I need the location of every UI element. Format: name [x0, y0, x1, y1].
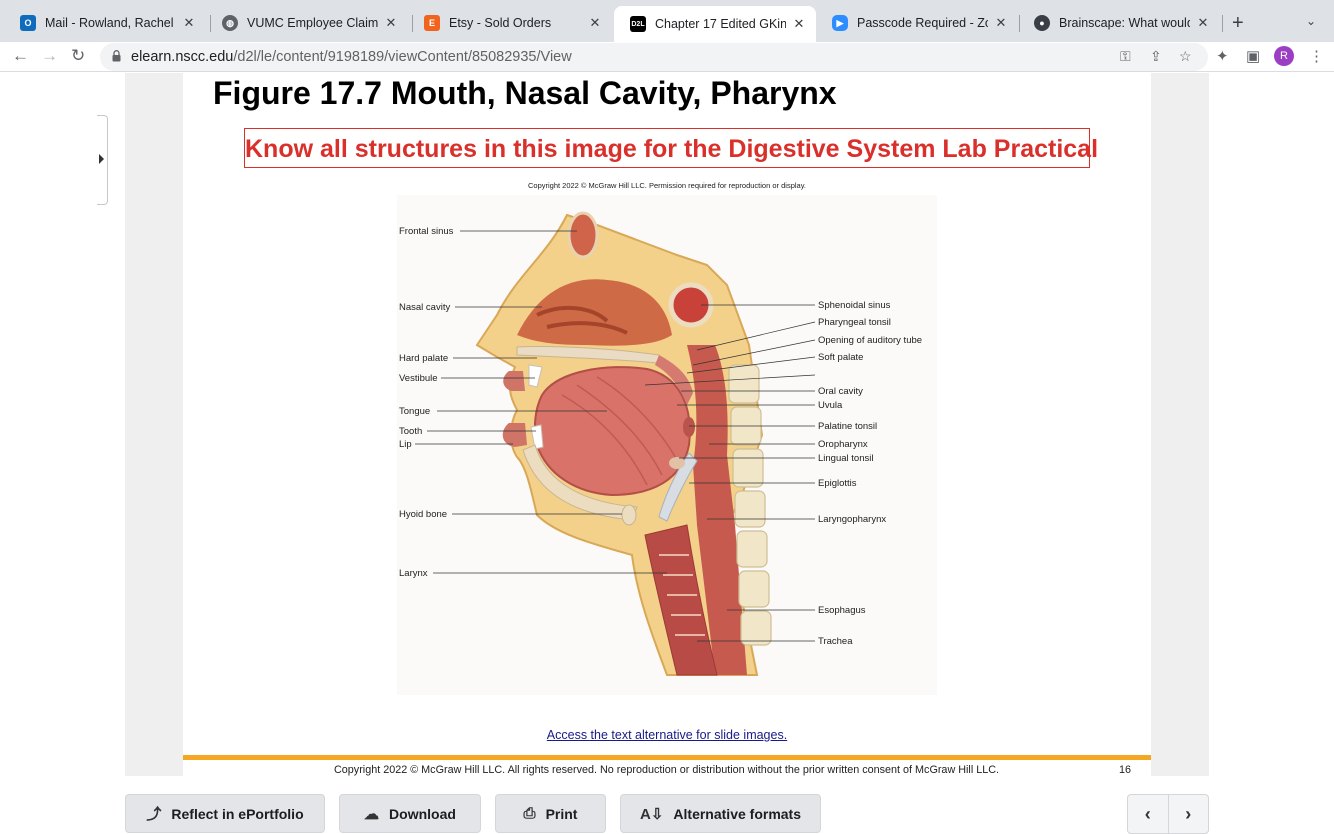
url-text[interactable]: elearn.nscc.edu/d2l/le/content/9198189/v… — [131, 49, 572, 65]
label-tooth: Tooth — [399, 426, 422, 437]
alternative-formats-button[interactable]: A⇩ Alternative formats — [620, 794, 821, 833]
outlook-icon: O — [20, 15, 36, 31]
anatomy-figure: Frontal sinus Nasal cavity Hard palate V… — [397, 195, 937, 695]
browser-tab[interactable]: ▶ Passcode Required - Zoom ✕ — [816, 8, 1018, 38]
chevron-right-icon: › — [1185, 803, 1192, 824]
label-lip: Lip — [399, 439, 412, 450]
extensions-puzzle-icon[interactable]: ✦ — [1216, 47, 1229, 65]
tab-title: Etsy - Sold Orders — [449, 16, 552, 30]
label-lingual-tonsil: Lingual tonsil — [818, 453, 873, 464]
address-bar[interactable]: elearn.nscc.edu/d2l/le/content/9198189/v… — [100, 43, 1208, 71]
reflect-label: Reflect in ePortfolio — [171, 805, 304, 822]
label-epiglottis: Epiglottis — [818, 478, 857, 489]
label-esophagus: Esophagus — [818, 605, 866, 616]
print-label: Print — [545, 805, 578, 822]
content-viewer: Figure 17.7 Mouth, Nasal Cavity, Pharynx… — [0, 73, 1334, 776]
label-nasal-cavity: Nasal cavity — [399, 302, 450, 313]
label-uvula: Uvula — [818, 400, 843, 411]
browser-tab-strip: O Mail - Rowland, Rachel - Ou ✕ ◍ VUMC E… — [0, 0, 1334, 42]
download-button[interactable]: ☁ Download — [339, 794, 481, 833]
alt-formats-label: Alternative formats — [673, 805, 801, 822]
slide-title: Figure 17.7 Mouth, Nasal Cavity, Pharynx — [213, 75, 837, 111]
printer-icon: ⎙ — [523, 805, 536, 822]
tab-separator — [1222, 15, 1223, 32]
browser-tab-active[interactable]: D2L Chapter 17 Edited GKing - D ✕ — [614, 6, 816, 42]
reflect-eportfolio-button[interactable]: ⤴ Reflect in ePortfolio — [125, 794, 325, 833]
label-oropharynx: Oropharynx — [818, 439, 868, 450]
browser-toolbar: ← → ↻ elearn.nscc.edu/d2l/le/content/919… — [0, 42, 1334, 72]
forward-arrow-icon[interactable]: → — [41, 46, 58, 66]
label-soft-palate: Soft palate — [818, 352, 863, 363]
reload-icon[interactable]: ↻ — [71, 46, 85, 66]
tab-title: Passcode Required - Zoom — [857, 16, 988, 30]
expand-arrow-icon — [99, 154, 104, 164]
slide-accent-bar — [183, 755, 1151, 760]
tab-title: Mail - Rowland, Rachel - Ou — [45, 16, 176, 30]
alt-link-text[interactable]: Access the text alternative for slide im… — [547, 728, 787, 742]
close-icon[interactable]: ✕ — [384, 15, 398, 31]
new-tab-icon[interactable]: + — [1232, 12, 1244, 35]
share-icon[interactable]: ⇪ — [1150, 48, 1162, 65]
pager: ‹ › — [1127, 794, 1209, 834]
alternative-formats-icon: A⇩ — [640, 805, 664, 823]
label-vestibule: Vestibule — [399, 373, 438, 384]
banner-notice: Know all structures in this image for th… — [244, 128, 1099, 168]
browser-tab[interactable]: O Mail - Rowland, Rachel - Ou ✕ — [4, 8, 206, 38]
label-hyoid-bone: Hyoid bone — [399, 509, 447, 520]
slide: Figure 17.7 Mouth, Nasal Cavity, Pharynx… — [183, 73, 1151, 776]
close-icon[interactable]: ✕ — [1196, 15, 1210, 31]
bookmark-star-icon[interactable]: ☆ — [1179, 48, 1192, 65]
banner-text: Know all structures in this image for th… — [245, 135, 1099, 163]
globe-icon: ◍ — [222, 15, 238, 31]
action-bar: ⤴ Reflect in ePortfolio ☁ Download ⎙ Pri… — [0, 776, 1334, 834]
key-icon[interactable]: ⚿ — [1120, 48, 1131, 65]
brainscape-icon: ● — [1034, 15, 1050, 31]
label-sphenoidal-sinus: Sphenoidal sinus — [818, 300, 891, 311]
tab-title: VUMC Employee Claim — [247, 16, 378, 30]
close-icon[interactable]: ✕ — [994, 15, 1008, 31]
browser-tab[interactable]: ◍ VUMC Employee Claim ✕ — [206, 8, 408, 38]
figure-copyright: Copyright 2022 © McGraw Hill LLC. Permis… — [527, 181, 806, 190]
etsy-icon: E — [424, 15, 440, 31]
profile-avatar[interactable]: R — [1274, 46, 1294, 66]
d2l-icon: D2L — [630, 16, 646, 32]
label-palatine-tonsil: Palatine tonsil — [818, 421, 877, 432]
back-arrow-icon[interactable]: ← — [12, 46, 29, 66]
close-icon[interactable]: ✕ — [182, 15, 196, 31]
sidebar-expand-handle[interactable] — [97, 115, 108, 205]
text-alternative-link[interactable]: Access the text alternative for slide im… — [183, 728, 1151, 742]
zoom-icon: ▶ — [832, 15, 848, 31]
label-hard-palate: Hard palate — [399, 353, 448, 364]
next-page-button[interactable]: › — [1167, 795, 1209, 833]
browser-tab[interactable]: E Etsy - Sold Orders ✕ — [408, 8, 612, 38]
cloud-download-icon: ☁ — [364, 805, 380, 823]
label-frontal-sinus: Frontal sinus — [399, 226, 454, 237]
chevron-left-icon: ‹ — [1144, 803, 1151, 824]
side-panel-icon[interactable]: ▣ — [1246, 47, 1260, 65]
footer-copyright: Copyright 2022 © McGraw Hill LLC. All ri… — [334, 764, 1000, 776]
lock-icon[interactable] — [112, 50, 121, 62]
tab-title: Brainscape: What would yo — [1059, 16, 1190, 30]
label-oral-cavity: Oral cavity — [818, 386, 863, 397]
label-laryngopharynx: Laryngopharynx — [818, 514, 886, 525]
browser-tab[interactable]: ● Brainscape: What would yo ✕ — [1018, 8, 1220, 38]
kebab-menu-icon[interactable]: ⋮ — [1309, 47, 1324, 65]
label-auditory-tube: Opening of auditory tube — [818, 335, 922, 346]
close-icon[interactable]: ✕ — [588, 15, 602, 31]
label-tongue: Tongue — [399, 406, 430, 417]
download-label: Download — [389, 805, 456, 822]
eportfolio-icon: ⤴ — [146, 806, 162, 823]
label-pharyngeal-tonsil: Pharyngeal tonsil — [818, 317, 891, 328]
close-icon[interactable]: ✕ — [792, 16, 806, 32]
tab-title: Chapter 17 Edited GKing - D — [655, 17, 786, 31]
previous-page-button[interactable]: ‹ — [1128, 795, 1168, 833]
url-host: elearn.nscc.edu — [131, 49, 234, 65]
label-trachea: Trachea — [818, 636, 853, 647]
print-button[interactable]: ⎙ Print — [495, 794, 606, 833]
tab-search-chevron-icon[interactable]: ⌄ — [1306, 14, 1316, 28]
label-larynx: Larynx — [399, 568, 428, 579]
page-number: 16 — [1119, 764, 1132, 776]
url-path: /d2l/le/content/9198189/viewContent/8508… — [233, 49, 572, 65]
